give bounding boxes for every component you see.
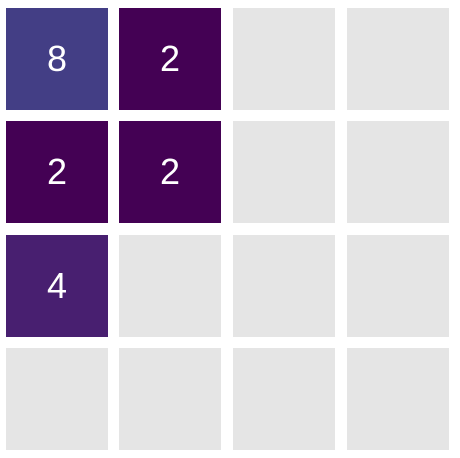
tile-r1-c3 bbox=[347, 121, 449, 223]
tile-r2-c0: 4 bbox=[6, 235, 108, 337]
tile-r3-c2 bbox=[233, 348, 335, 450]
tile-r2-c2 bbox=[233, 235, 335, 337]
tile-r1-c0: 2 bbox=[6, 121, 108, 223]
tile-r1-c1: 2 bbox=[119, 121, 221, 223]
game-board: 8 2 2 2 4 bbox=[0, 0, 460, 458]
tile-r0-c0: 8 bbox=[6, 8, 108, 110]
tile-r2-c3 bbox=[347, 235, 449, 337]
tile-r3-c1 bbox=[119, 348, 221, 450]
tile-r3-c3 bbox=[347, 348, 449, 450]
tile-r3-c0 bbox=[6, 348, 108, 450]
tile-r0-c2 bbox=[233, 8, 335, 110]
tile-r2-c1 bbox=[119, 235, 221, 337]
tile-r0-c3 bbox=[347, 8, 449, 110]
tile-r0-c1: 2 bbox=[119, 8, 221, 110]
tile-r1-c2 bbox=[233, 121, 335, 223]
